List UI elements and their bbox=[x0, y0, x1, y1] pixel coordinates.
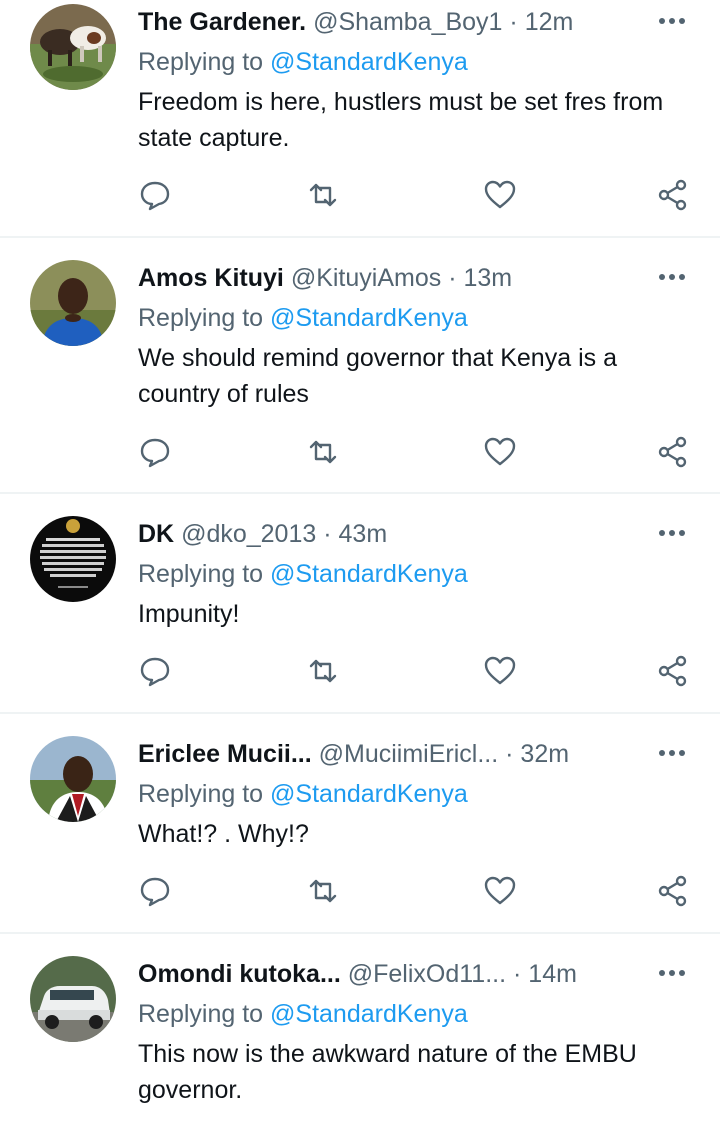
more-options-icon[interactable] bbox=[656, 963, 688, 983]
display-name[interactable]: Ericlee Mucii... bbox=[138, 740, 312, 768]
replying-to-label: Replying to bbox=[138, 48, 264, 76]
reply-icon[interactable] bbox=[138, 178, 172, 212]
replying-to-label: Replying to bbox=[138, 560, 264, 588]
more-options-icon[interactable] bbox=[656, 743, 688, 763]
like-icon[interactable] bbox=[483, 178, 517, 212]
retweet-icon[interactable] bbox=[306, 178, 340, 212]
mention-link[interactable]: @StandardKenya bbox=[270, 780, 468, 808]
replying-to: Replying to @StandardKenya bbox=[138, 556, 468, 592]
display-name[interactable]: Omondi kutoka... bbox=[138, 960, 341, 988]
replying-to-label: Replying to bbox=[138, 780, 264, 808]
avatar[interactable] bbox=[30, 736, 116, 822]
separator-dot: · bbox=[513, 960, 522, 988]
like-icon[interactable] bbox=[483, 654, 517, 688]
user-handle[interactable]: @dko_2013 bbox=[181, 520, 316, 548]
reply-icon[interactable] bbox=[138, 874, 172, 908]
retweet-icon[interactable] bbox=[306, 874, 340, 908]
separator-dot: · bbox=[323, 520, 332, 548]
reply-tweet[interactable]: Omondi kutoka... @FelixOd11... · 14m Rep… bbox=[0, 934, 720, 1121]
more-options-icon[interactable] bbox=[656, 267, 688, 287]
mention-link[interactable]: @StandardKenya bbox=[270, 304, 468, 332]
replying-to: Replying to @StandardKenya bbox=[138, 44, 468, 80]
tweet-text: We should remind governor that Kenya is … bbox=[138, 344, 617, 408]
avatar[interactable] bbox=[30, 516, 116, 602]
timestamp[interactable]: 13m bbox=[463, 264, 512, 292]
avatar[interactable] bbox=[30, 956, 116, 1042]
replying-to: Replying to @StandardKenya bbox=[138, 776, 468, 812]
like-icon[interactable] bbox=[483, 435, 517, 469]
tweet-header: Ericlee Mucii... @MuciimiEricl... · 32m bbox=[138, 736, 569, 772]
retweet-icon[interactable] bbox=[306, 654, 340, 688]
tweet-header: DK @dko_2013 · 43m bbox=[138, 516, 387, 552]
share-icon[interactable] bbox=[656, 654, 690, 688]
timestamp[interactable]: 12m bbox=[525, 8, 574, 36]
avatar[interactable] bbox=[30, 4, 116, 90]
reply-tweet[interactable]: Ericlee Mucii... @MuciimiEricl... · 32m … bbox=[0, 714, 720, 932]
reply-icon[interactable] bbox=[138, 654, 172, 688]
like-icon[interactable] bbox=[483, 874, 517, 908]
tweet-text: Impunity! bbox=[138, 600, 240, 628]
replying-to: Replying to @StandardKenya bbox=[138, 996, 468, 1032]
more-options-icon[interactable] bbox=[656, 523, 688, 543]
tweet-text: What!? . Why!? bbox=[138, 820, 309, 848]
separator-dot: · bbox=[505, 740, 514, 768]
more-options-icon[interactable] bbox=[656, 11, 688, 31]
retweet-icon[interactable] bbox=[306, 435, 340, 469]
tweet-text: Freedom is here, hustlers must be set fr… bbox=[138, 88, 664, 152]
tweet-header: Amos Kituyi @KituyiAmos · 13m bbox=[138, 260, 512, 296]
user-handle[interactable]: @KituyiAmos bbox=[291, 264, 441, 292]
reply-feed: The Gardener. @Shamba_Boy1 · 12m Replyin… bbox=[0, 0, 720, 1121]
mention-link[interactable]: @StandardKenya bbox=[270, 1000, 468, 1028]
tweet-header: The Gardener. @Shamba_Boy1 · 12m bbox=[138, 4, 573, 40]
display-name[interactable]: DK bbox=[138, 520, 174, 548]
mention-link[interactable]: @StandardKenya bbox=[270, 48, 468, 76]
display-name[interactable]: Amos Kituyi bbox=[138, 264, 284, 292]
timestamp[interactable]: 43m bbox=[339, 520, 388, 548]
timestamp[interactable]: 32m bbox=[520, 740, 569, 768]
reply-tweet[interactable]: The Gardener. @Shamba_Boy1 · 12m Replyin… bbox=[0, 0, 720, 236]
user-handle[interactable]: @MuciimiEricl... bbox=[319, 740, 499, 768]
timestamp[interactable]: 14m bbox=[528, 960, 577, 988]
avatar[interactable] bbox=[30, 260, 116, 346]
replying-to: Replying to @StandardKenya bbox=[138, 300, 468, 336]
mention-link[interactable]: @StandardKenya bbox=[270, 560, 468, 588]
replying-to-label: Replying to bbox=[138, 304, 264, 332]
tweet-text: This now is the awkward nature of the EM… bbox=[138, 1040, 637, 1104]
replying-to-label: Replying to bbox=[138, 1000, 264, 1028]
reply-icon[interactable] bbox=[138, 435, 172, 469]
reply-tweet[interactable]: Amos Kituyi @KituyiAmos · 13m Replying t… bbox=[0, 238, 720, 492]
share-icon[interactable] bbox=[656, 435, 690, 469]
user-handle[interactable]: @Shamba_Boy1 bbox=[313, 8, 502, 36]
share-icon[interactable] bbox=[656, 874, 690, 908]
separator-dot: · bbox=[509, 8, 518, 36]
user-handle[interactable]: @FelixOd11... bbox=[348, 960, 506, 988]
share-icon[interactable] bbox=[656, 178, 690, 212]
tweet-header: Omondi kutoka... @FelixOd11... · 14m bbox=[138, 956, 577, 992]
display-name[interactable]: The Gardener. bbox=[138, 8, 306, 36]
separator-dot: · bbox=[448, 264, 457, 292]
reply-tweet[interactable]: DK @dko_2013 · 43m Replying to @Standard… bbox=[0, 494, 720, 712]
